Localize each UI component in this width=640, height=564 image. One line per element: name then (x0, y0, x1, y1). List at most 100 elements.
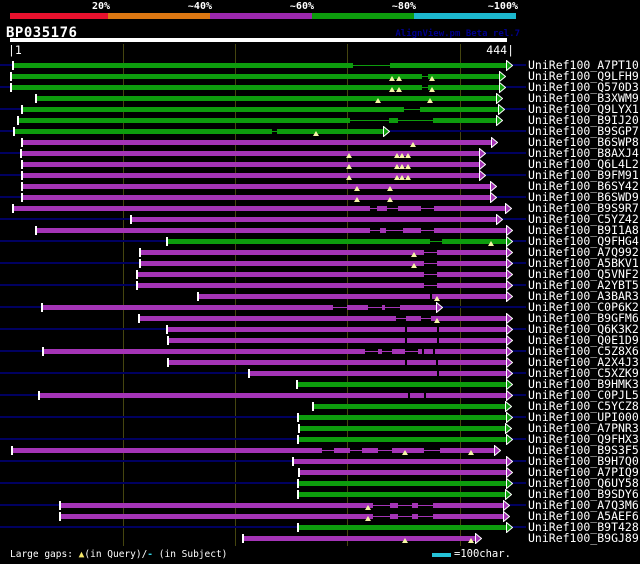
gap-triangle-icon (396, 76, 402, 81)
alignment-tick (430, 293, 432, 299)
identity-scale-label: 20% (91, 1, 110, 12)
alignment-bar[interactable] (12, 447, 495, 453)
arrow-right-icon (490, 180, 497, 192)
alignment-start-tick (38, 390, 40, 400)
alignment-bar[interactable] (60, 502, 504, 508)
alignment-start-tick (21, 104, 23, 114)
alignment-bar[interactable] (14, 128, 384, 134)
alignment-bar[interactable] (22, 139, 492, 145)
alignment-bar[interactable] (298, 491, 506, 497)
identity-scale-label: ~60% (289, 1, 314, 12)
alignment-start-tick (41, 302, 43, 312)
legend-text-suffix: (in Subject) (153, 549, 228, 560)
alignment-bar[interactable] (168, 359, 507, 365)
alignment-bar[interactable] (140, 249, 507, 255)
gap-triangle-icon (354, 197, 360, 202)
alignment-bar[interactable] (22, 183, 491, 189)
arrow-right-icon (505, 202, 512, 214)
alignment-start-tick (167, 357, 169, 367)
alignment-bar[interactable] (168, 337, 507, 343)
alignment-bar[interactable] (298, 524, 507, 530)
gap-triangle-icon (468, 450, 474, 455)
gap-triangle-icon (429, 76, 435, 81)
alignment-bar[interactable] (140, 260, 507, 266)
arrow-right-icon (496, 213, 503, 225)
alignment-bar[interactable] (139, 315, 507, 321)
scale-unit-label: =100char. (454, 548, 511, 560)
alignment-bar[interactable] (298, 414, 507, 420)
arrow-right-icon (479, 147, 486, 159)
alignment-start-tick (298, 423, 300, 433)
alignment-start-tick (11, 445, 13, 455)
identity-scale-segment (414, 13, 516, 19)
alignment-tick (408, 392, 410, 398)
alignment-start-tick (136, 269, 138, 279)
legend-text-prefix: Large gaps: (10, 549, 79, 560)
alignment-bar[interactable] (299, 425, 506, 431)
gap-triangle-icon (411, 263, 417, 268)
alignment-gap-line (387, 207, 398, 209)
arrow-right-icon (499, 70, 506, 82)
gap-triangle-icon (488, 241, 494, 246)
gap-triangle-icon (434, 296, 440, 301)
arrow-right-icon (506, 433, 513, 445)
gap-triangle-icon (468, 538, 474, 543)
alignment-start-tick (312, 401, 314, 411)
gap-triangle-icon (313, 131, 319, 136)
alignment-bar[interactable] (313, 403, 506, 409)
alignment-start-tick (138, 313, 140, 323)
alignment-start-tick (21, 170, 23, 180)
gap-triangle-icon (405, 164, 411, 169)
alignment-start-tick (130, 214, 132, 224)
gap-triangle-icon (354, 186, 360, 191)
alignment-bar[interactable] (167, 326, 507, 332)
arrow-right-icon (479, 158, 486, 170)
arrow-right-icon (506, 290, 513, 302)
alignment-bar[interactable] (36, 227, 507, 233)
alignment-start-tick (248, 368, 250, 378)
gap-triangle-icon (434, 318, 440, 323)
hit-label[interactable]: UniRef100_B9GJ89 (528, 532, 639, 544)
alignment-bar[interactable] (22, 172, 480, 178)
arrow-right-icon (506, 246, 513, 258)
alignment-bar[interactable] (297, 381, 507, 387)
alignment-gap-line (385, 306, 400, 308)
alignment-bar[interactable] (22, 106, 499, 112)
alignment-bar[interactable] (293, 458, 507, 464)
alignment-bar[interactable] (39, 392, 507, 398)
alignment-gap-line (382, 350, 392, 352)
alignment-bar[interactable] (22, 194, 491, 200)
alignment-gap-line (398, 119, 433, 121)
hundred-char-bar-icon (432, 553, 451, 557)
alignment-bar[interactable] (299, 469, 507, 475)
alignment-bar[interactable] (137, 282, 507, 288)
alignment-bar[interactable] (167, 238, 507, 244)
arrow-right-icon (506, 312, 513, 324)
gap-triangle-icon (411, 252, 417, 257)
alignment-start-tick (197, 291, 199, 301)
ruler-start-label: |1 (8, 43, 22, 57)
alignment-bar[interactable] (137, 271, 507, 277)
alignment-bar[interactable] (249, 370, 507, 376)
arrow-right-icon (506, 477, 513, 489)
arrow-right-icon (496, 114, 503, 126)
alignment-bar[interactable] (60, 513, 504, 519)
query-ruler: |1 444| (0, 44, 640, 57)
alignment-start-tick (17, 115, 19, 125)
alignment-start-tick (297, 434, 299, 444)
alignment-bar[interactable] (198, 293, 507, 299)
alignment-bar[interactable] (131, 216, 497, 222)
alignment-bar[interactable] (243, 535, 476, 541)
alignment-tick (405, 326, 407, 332)
alignment-gap-line (404, 108, 420, 110)
alignment-bar[interactable] (13, 62, 507, 68)
alignment-tick (436, 359, 438, 365)
alignment-start-tick (21, 192, 23, 202)
alignment-bar[interactable] (298, 480, 507, 486)
alignment-bar[interactable] (21, 150, 480, 156)
alignment-bar[interactable] (43, 348, 507, 354)
arrow-right-icon (503, 499, 510, 511)
alignment-bar[interactable] (298, 436, 507, 442)
alignment-row: UniRef100_B9GJ89 (0, 532, 640, 544)
alignment-bar[interactable] (22, 161, 480, 167)
